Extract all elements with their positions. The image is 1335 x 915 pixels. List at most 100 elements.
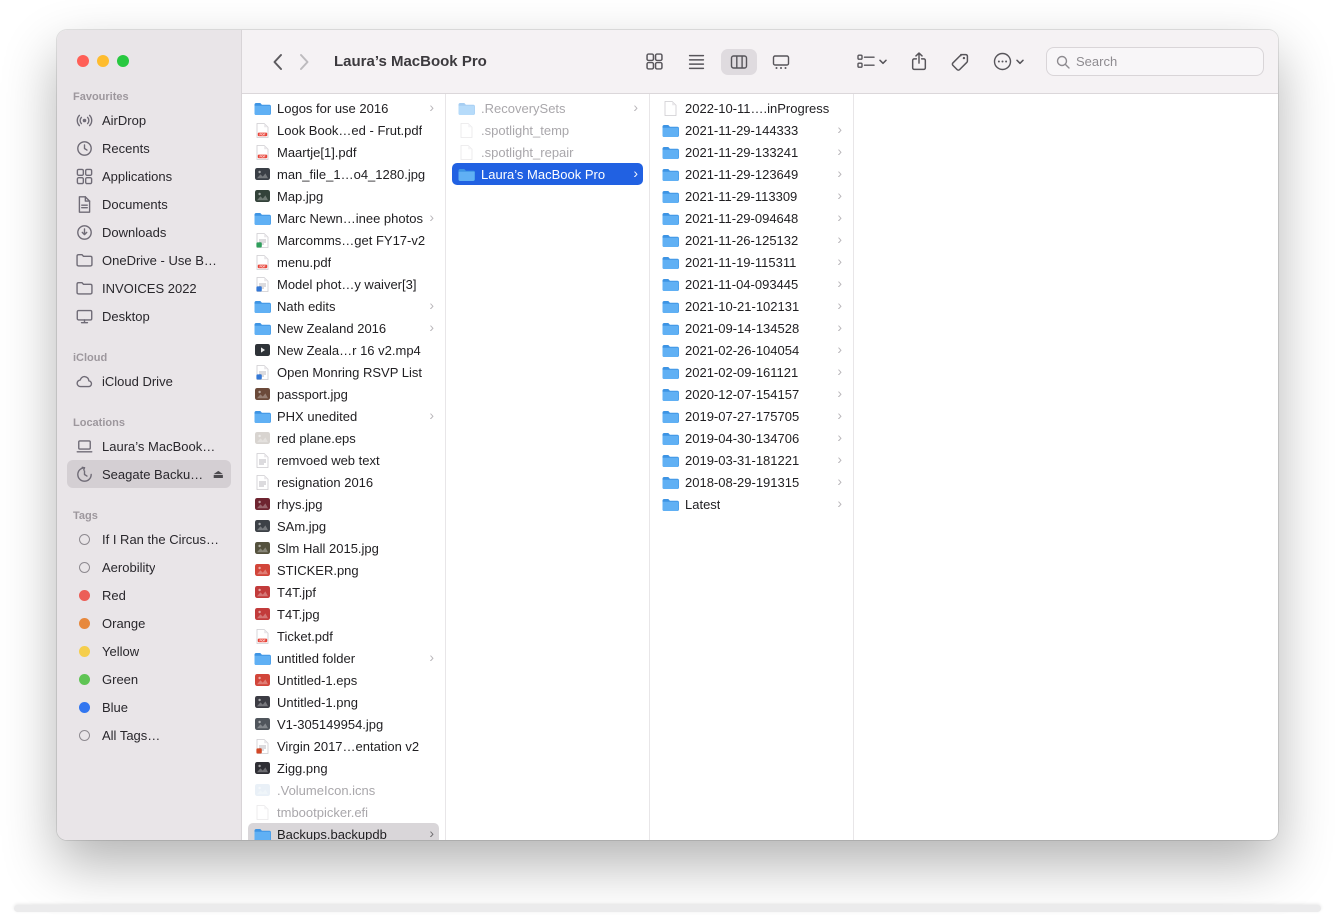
- file-row[interactable]: 2021-11-29-094648›: [656, 207, 847, 229]
- file-row[interactable]: remvoed web text: [248, 449, 439, 471]
- sidebar-item-all-tags[interactable]: All Tags…: [67, 721, 231, 749]
- column-view-button[interactable]: [721, 49, 757, 75]
- file-row[interactable]: New Zealand 2016›: [248, 317, 439, 339]
- file-row[interactable]: .RecoverySets›: [452, 97, 643, 119]
- file-row[interactable]: Model phot…y waiver[3]: [248, 273, 439, 295]
- file-row[interactable]: 2019-04-30-134706›: [656, 427, 847, 449]
- file-row[interactable]: Marc Newn…inee photos›: [248, 207, 439, 229]
- sidebar-item-green[interactable]: Green: [67, 665, 231, 693]
- file-row[interactable]: Slm Hall 2015.jpg: [248, 537, 439, 559]
- sidebar-item-if-i-ran-the-circus[interactable]: If I Ran the Circus…: [67, 525, 231, 553]
- file-row[interactable]: .spotlight_repair: [452, 141, 643, 163]
- file-row[interactable]: 2021-10-21-102131›: [656, 295, 847, 317]
- sidebar-item-yellow[interactable]: Yellow: [67, 637, 231, 665]
- sidebar-item-seagate-backu[interactable]: Seagate Backu…⏏: [67, 460, 231, 488]
- file-name: New Zealand 2016: [277, 321, 386, 336]
- file-row[interactable]: 2021-11-29-123649›: [656, 163, 847, 185]
- sidebar-item-applications[interactable]: Applications: [67, 162, 231, 190]
- sidebar-item-red[interactable]: Red: [67, 581, 231, 609]
- file-row[interactable]: 2021-11-29-133241›: [656, 141, 847, 163]
- file-row[interactable]: Latest›: [656, 493, 847, 515]
- sidebar-item-documents[interactable]: Documents: [67, 190, 231, 218]
- search-field[interactable]: [1046, 47, 1264, 76]
- sidebar-item-label: Applications: [102, 169, 172, 184]
- file-row[interactable]: .spotlight_temp: [452, 119, 643, 141]
- svg-text:PDF: PDF: [260, 638, 266, 642]
- sidebar-item-orange[interactable]: Orange: [67, 609, 231, 637]
- file-row[interactable]: Laura’s MacBook Pro›: [452, 163, 643, 185]
- zoom-window-button[interactable]: [117, 55, 129, 67]
- share-button[interactable]: [911, 52, 927, 71]
- sidebar-item-downloads[interactable]: Downloads: [67, 218, 231, 246]
- file-row[interactable]: rhys.jpg: [248, 493, 439, 515]
- file-row[interactable]: tmbootpicker.efi: [248, 801, 439, 823]
- close-window-button[interactable]: [77, 55, 89, 67]
- sidebar-item-icloud-drive[interactable]: iCloud Drive: [67, 367, 231, 395]
- list-view-button[interactable]: [679, 49, 715, 75]
- file-row[interactable]: 2020-12-07-154157›: [656, 383, 847, 405]
- file-row[interactable]: PDFmenu.pdf: [248, 251, 439, 273]
- sidebar-item-invoices-2022[interactable]: INVOICES 2022: [67, 274, 231, 302]
- group-button[interactable]: [857, 54, 887, 69]
- file-row[interactable]: Logos for use 2016›: [248, 97, 439, 119]
- file-row[interactable]: T4T.jpf: [248, 581, 439, 603]
- minimize-window-button[interactable]: [97, 55, 109, 67]
- file-row[interactable]: 2021-11-29-144333›: [656, 119, 847, 141]
- file-row[interactable]: Untitled-1.png: [248, 691, 439, 713]
- file-row[interactable]: PDFMaartje[1].pdf: [248, 141, 439, 163]
- file-name: Model phot…y waiver[3]: [277, 277, 416, 292]
- file-row[interactable]: T4T.jpg: [248, 603, 439, 625]
- sidebar-item-aerobility[interactable]: Aerobility: [67, 553, 231, 581]
- file-row[interactable]: 2021-02-09-161121›: [656, 361, 847, 383]
- file-row[interactable]: 2021-11-19-115311›: [656, 251, 847, 273]
- file-row[interactable]: PDFLook Book…ed - Frut.pdf: [248, 119, 439, 141]
- forward-button[interactable]: [291, 49, 318, 75]
- sidebar-item-blue[interactable]: Blue: [67, 693, 231, 721]
- file-row[interactable]: 2019-03-31-181221›: [656, 449, 847, 471]
- file-row[interactable]: PDFTicket.pdf: [248, 625, 439, 647]
- file-row[interactable]: Virgin 2017…entation v2: [248, 735, 439, 757]
- file-row[interactable]: red plane.eps: [248, 427, 439, 449]
- icon-view-button[interactable]: [637, 49, 673, 75]
- file-row[interactable]: 2021-11-29-113309›: [656, 185, 847, 207]
- file-row[interactable]: 2021-11-26-125132›: [656, 229, 847, 251]
- file-row[interactable]: SAm.jpg: [248, 515, 439, 537]
- file-name: .spotlight_repair: [481, 145, 574, 160]
- file-row[interactable]: 2022-10-11….inProgress: [656, 97, 847, 119]
- file-row[interactable]: Zigg.png: [248, 757, 439, 779]
- file-row[interactable]: man_file_1…o4_1280.jpg: [248, 163, 439, 185]
- file-row[interactable]: untitled folder›: [248, 647, 439, 669]
- file-row[interactable]: resignation 2016: [248, 471, 439, 493]
- back-button[interactable]: [264, 49, 291, 75]
- tag-button[interactable]: [951, 53, 969, 71]
- more-button[interactable]: [993, 52, 1024, 71]
- eject-icon[interactable]: ⏏: [213, 467, 224, 481]
- file-row[interactable]: 2019-07-27-175705›: [656, 405, 847, 427]
- file-row[interactable]: .VolumeIcon.icns: [248, 779, 439, 801]
- sidebar-item-desktop[interactable]: Desktop: [67, 302, 231, 330]
- sidebar-item-airdrop[interactable]: AirDrop: [67, 106, 231, 134]
- file-row[interactable]: 2021-09-14-134528›: [656, 317, 847, 339]
- file-row[interactable]: Open Monring RSVP List: [248, 361, 439, 383]
- file-row[interactable]: Map.jpg: [248, 185, 439, 207]
- gallery-view-button[interactable]: [763, 49, 799, 75]
- file-row[interactable]: PHX unedited›: [248, 405, 439, 427]
- file-icon: [662, 101, 679, 116]
- file-row[interactable]: passport.jpg: [248, 383, 439, 405]
- image-icon: [254, 674, 271, 686]
- file-row[interactable]: Nath edits›: [248, 295, 439, 317]
- file-row[interactable]: Marcomms…get FY17-v2: [248, 229, 439, 251]
- sidebar-item-recents[interactable]: Recents: [67, 134, 231, 162]
- file-row[interactable]: 2021-11-04-093445›: [656, 273, 847, 295]
- search-input[interactable]: [1076, 54, 1254, 69]
- file-row[interactable]: Untitled-1.eps: [248, 669, 439, 691]
- file-row[interactable]: 2018-08-29-191315›: [656, 471, 847, 493]
- file-row[interactable]: 2021-02-26-104054›: [656, 339, 847, 361]
- file-row[interactable]: V1-305149954.jpg: [248, 713, 439, 735]
- file-row[interactable]: STICKER.png: [248, 559, 439, 581]
- file-row[interactable]: Backups.backupdb›: [248, 823, 439, 840]
- sidebar-item-onedrive-use-be[interactable]: OneDrive - Use Be…: [67, 246, 231, 274]
- file-row[interactable]: New Zeala…r 16 v2.mp4: [248, 339, 439, 361]
- sidebar-item-laura-s-macbook[interactable]: Laura’s MacBook…: [67, 432, 231, 460]
- folder-icon: [662, 476, 679, 489]
